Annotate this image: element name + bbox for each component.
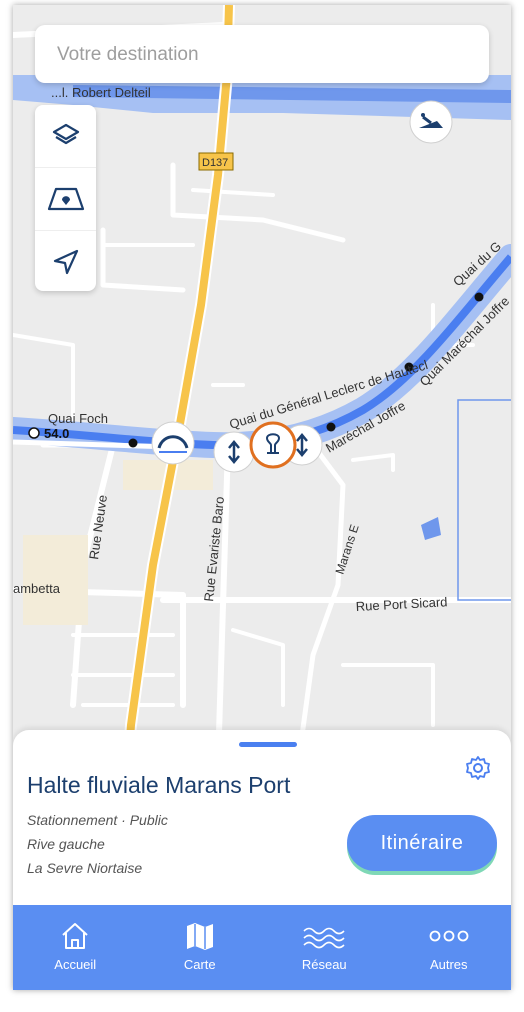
boat-ramp-poi-icon[interactable] (409, 100, 453, 144)
nav-item-reseau[interactable]: Réseau (262, 905, 387, 990)
street-label-robert-delteil: ...l. Robert Delteil (51, 85, 151, 100)
nav-item-accueil[interactable]: Accueil (13, 905, 138, 990)
place-detail-river: La Sevre Niortaise (27, 860, 143, 876)
selected-mooring-poi-icon[interactable] (249, 421, 297, 469)
nav-item-carte[interactable]: Carte (138, 905, 263, 990)
map-view-icon (47, 187, 84, 211)
map-controls (35, 105, 96, 291)
place-detail-type: Stationnement · Public (27, 812, 168, 828)
nav-label-autres: Autres (429, 957, 468, 972)
map-view-button[interactable] (35, 168, 96, 231)
lock-poi-icon[interactable] (213, 431, 255, 473)
itinerary-button[interactable]: Itinéraire (347, 815, 497, 871)
street-label-quai-foch: Quai Foch (48, 411, 108, 426)
locate-arrow-icon (53, 249, 78, 275)
layers-button[interactable] (35, 105, 96, 168)
km-marker-label: 54.0 (44, 426, 69, 441)
bottom-nav: Accueil Carte Réseau Autres (13, 905, 511, 990)
map-icon (186, 923, 213, 950)
nav-label-carte: Carte (183, 957, 216, 972)
road-label-d137: D137 (202, 157, 228, 169)
more-dots-icon (429, 930, 469, 942)
home-icon (62, 923, 88, 949)
place-details-sheet: Halte fluviale Marans Port Stationnement… (13, 730, 511, 905)
waves-icon (303, 927, 345, 949)
street-label-gambetta: ambetta (13, 581, 61, 596)
place-detail-bank: Rive gauche (27, 836, 105, 852)
phone-screen: ...l. Robert Delteil Quai Foch Quai du G… (13, 5, 511, 990)
search-bar[interactable] (35, 25, 489, 85)
nav-label-reseau: Réseau (301, 957, 347, 972)
nav-item-autres[interactable]: Autres (387, 905, 512, 990)
bridge-poi-icon[interactable] (151, 421, 195, 465)
sheet-drag-handle[interactable] (239, 742, 297, 747)
place-title: Halte fluviale Marans Port (27, 772, 291, 798)
layers-icon (52, 123, 79, 145)
destination-search-input[interactable] (55, 25, 469, 85)
nav-label-accueil: Accueil (54, 957, 97, 972)
locate-button[interactable] (35, 231, 96, 293)
gear-icon[interactable] (465, 755, 491, 781)
